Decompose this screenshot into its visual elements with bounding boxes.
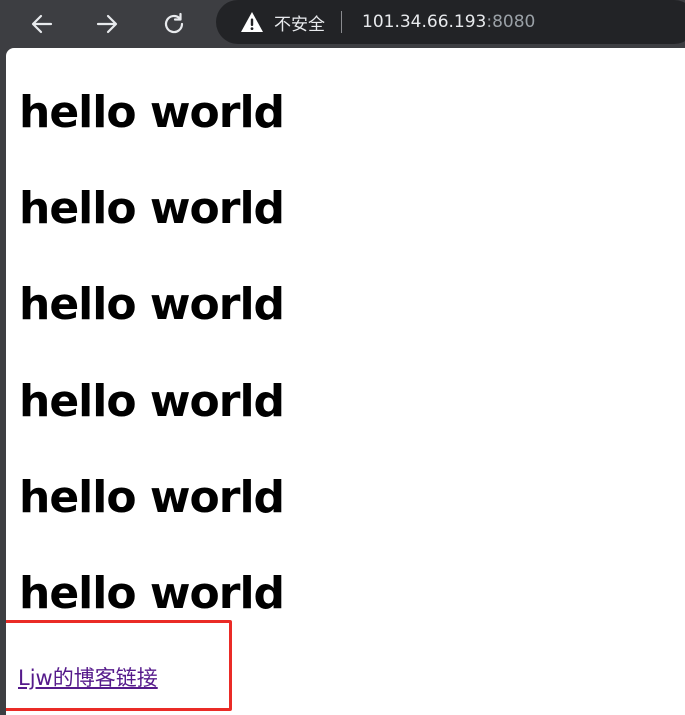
- security-label: 不安全: [274, 14, 325, 35]
- heading-hello-world: hello world: [19, 568, 285, 619]
- forward-button[interactable]: [89, 6, 125, 42]
- heading-hello-world: hello world: [19, 472, 285, 523]
- arrow-left-icon: [31, 14, 53, 34]
- arrow-right-icon: [96, 14, 118, 34]
- url-port: :8080: [486, 12, 536, 32]
- reload-button[interactable]: [156, 6, 192, 42]
- url-text[interactable]: 101.34.66.193:8080: [362, 12, 535, 32]
- reload-icon: [164, 12, 184, 34]
- address-bar[interactable]: 不安全 101.34.66.193:8080: [216, 0, 685, 44]
- url-host: 101.34.66.193: [362, 12, 487, 32]
- security-indicator[interactable]: 不安全: [240, 0, 325, 44]
- heading-hello-world: hello world: [19, 376, 285, 427]
- back-button[interactable]: [24, 6, 60, 42]
- heading-hello-world: hello world: [19, 279, 285, 330]
- page-content: hello world hello world hello world hell…: [6, 48, 685, 715]
- heading-hello-world: hello world: [19, 183, 285, 234]
- omnibox-divider: [341, 11, 342, 33]
- heading-hello-world: hello world: [19, 87, 285, 138]
- browser-window: 不安全 101.34.66.193:8080 hello world hello…: [0, 0, 685, 715]
- warning-triangle-icon: [241, 12, 263, 32]
- browser-toolbar: 不安全 101.34.66.193:8080: [0, 0, 685, 48]
- highlight-annotation-box: [6, 620, 232, 711]
